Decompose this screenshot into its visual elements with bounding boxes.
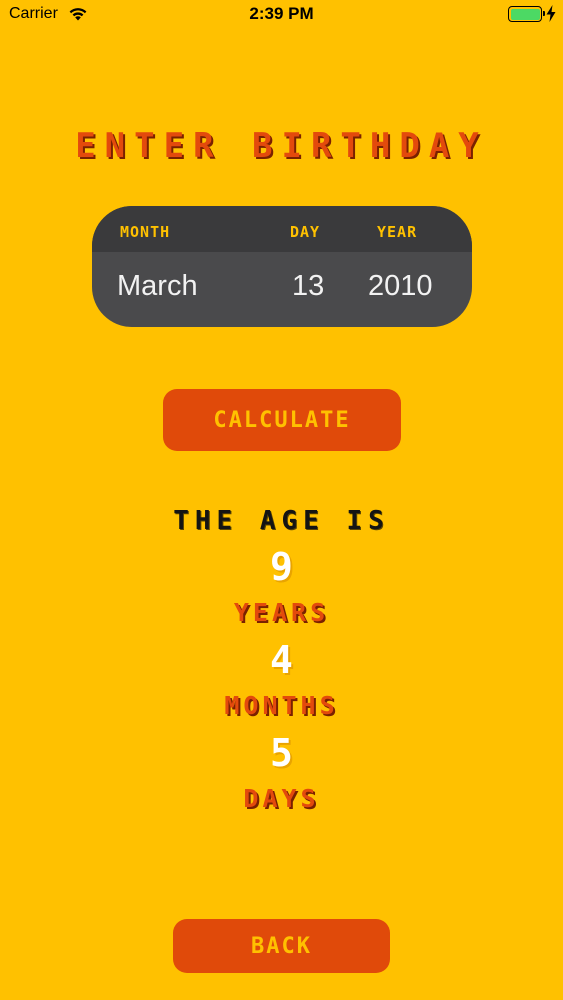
age-heading: THE AGE IS xyxy=(173,506,390,536)
years-value: 9 xyxy=(270,545,293,589)
birthday-date-picker[interactable]: MONTH DAY YEAR March 13 2010 xyxy=(92,206,472,327)
battery-icon xyxy=(508,6,545,22)
months-value: 4 xyxy=(270,638,293,682)
year-wheel[interactable]: 2010 xyxy=(368,270,433,303)
days-label: DAYS xyxy=(243,784,320,813)
status-bar: Carrier 2:39 PM xyxy=(0,0,563,30)
page-title: ENTER BIRTHDAY xyxy=(75,126,488,166)
picker-label-year: YEAR xyxy=(377,223,418,241)
battery-level xyxy=(510,8,540,20)
charging-icon xyxy=(546,5,556,22)
picker-label-month: MONTH xyxy=(120,223,171,241)
calculate-button[interactable]: CALCULATE xyxy=(163,389,401,451)
months-label: MONTHS xyxy=(224,691,339,720)
day-wheel[interactable]: 13 xyxy=(292,270,324,303)
days-value: 5 xyxy=(270,731,293,775)
month-wheel[interactable]: March xyxy=(117,270,198,303)
clock: 2:39 PM xyxy=(249,4,314,23)
back-button[interactable]: BACK xyxy=(173,919,390,973)
battery-nub xyxy=(542,11,545,16)
years-label: YEARS xyxy=(233,598,330,627)
picker-label-day: DAY xyxy=(290,223,321,241)
